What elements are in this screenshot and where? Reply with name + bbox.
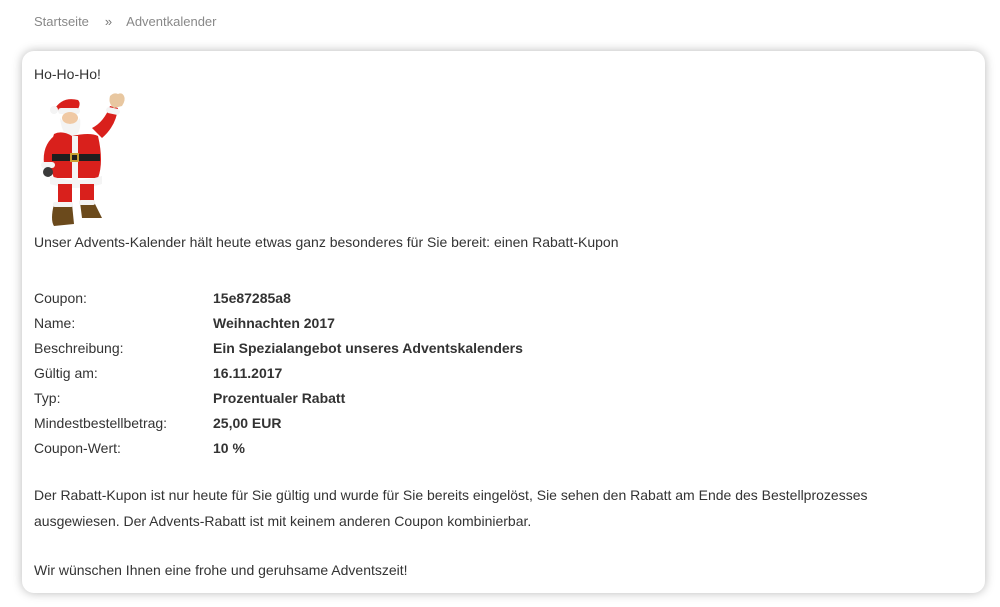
coupon-type-value: Prozentualer Rabatt — [213, 389, 346, 406]
coupon-valid-date-label: Gültig am: — [34, 364, 98, 381]
coupon-code-row: Coupon: 15e87285a8 — [34, 285, 523, 310]
coupon-value-row: Coupon-Wert: 10 % — [34, 435, 523, 460]
breadcrumb-current[interactable]: Adventkalender — [126, 14, 216, 29]
coupon-value-value: 10 % — [213, 439, 245, 456]
coupon-min-order-value: 25,00 EUR — [213, 414, 282, 431]
closing-text: Wir wünschen Ihnen eine frohe und geruhs… — [34, 562, 408, 578]
coupon-min-order-row: Mindestbestellbetrag: 25,00 EUR — [34, 410, 523, 435]
coupon-code-value: 15e87285a8 — [213, 289, 291, 306]
santa-claus-image — [41, 93, 125, 226]
breadcrumb-separator: » — [104, 14, 113, 29]
breadcrumb: Startseite » Adventkalender — [34, 14, 217, 29]
coupon-type-row: Typ: Prozentualer Rabatt — [34, 385, 523, 410]
intro-text: Unser Advents-Kalender hält heute etwas … — [34, 234, 619, 250]
coupon-description-row: Beschreibung: Ein Spezialangebot unseres… — [34, 335, 523, 360]
coupon-name-row: Name: Weihnachten 2017 — [34, 310, 523, 335]
breadcrumb-home-link[interactable]: Startseite — [34, 14, 89, 29]
coupon-valid-date-value: 16.11.2017 — [213, 364, 283, 381]
coupon-note-text: Der Rabatt-Kupon ist nur heute für Sie g… — [34, 487, 868, 529]
coupon-details-table: Coupon: 15e87285a8 Name: Weihnachten 201… — [34, 285, 523, 460]
coupon-valid-date-row: Gültig am: 16.11.2017 — [34, 360, 523, 385]
coupon-min-order-label: Mindestbestellbetrag: — [34, 414, 168, 431]
coupon-name-value: Weihnachten 2017 — [213, 314, 335, 331]
coupon-description-label: Beschreibung: — [34, 339, 124, 356]
coupon-type-label: Typ: — [34, 389, 61, 406]
advent-coupon-card: Ho-Ho-Ho! Unser Advents-Kalender hält he… — [22, 51, 985, 593]
coupon-code-label: Coupon: — [34, 289, 87, 306]
coupon-name-label: Name: — [34, 314, 76, 331]
greeting-text: Ho-Ho-Ho! — [34, 66, 101, 82]
coupon-value-label: Coupon-Wert: — [34, 439, 121, 456]
coupon-description-value: Ein Spezialangebot unseres Adventskalend… — [213, 339, 523, 356]
